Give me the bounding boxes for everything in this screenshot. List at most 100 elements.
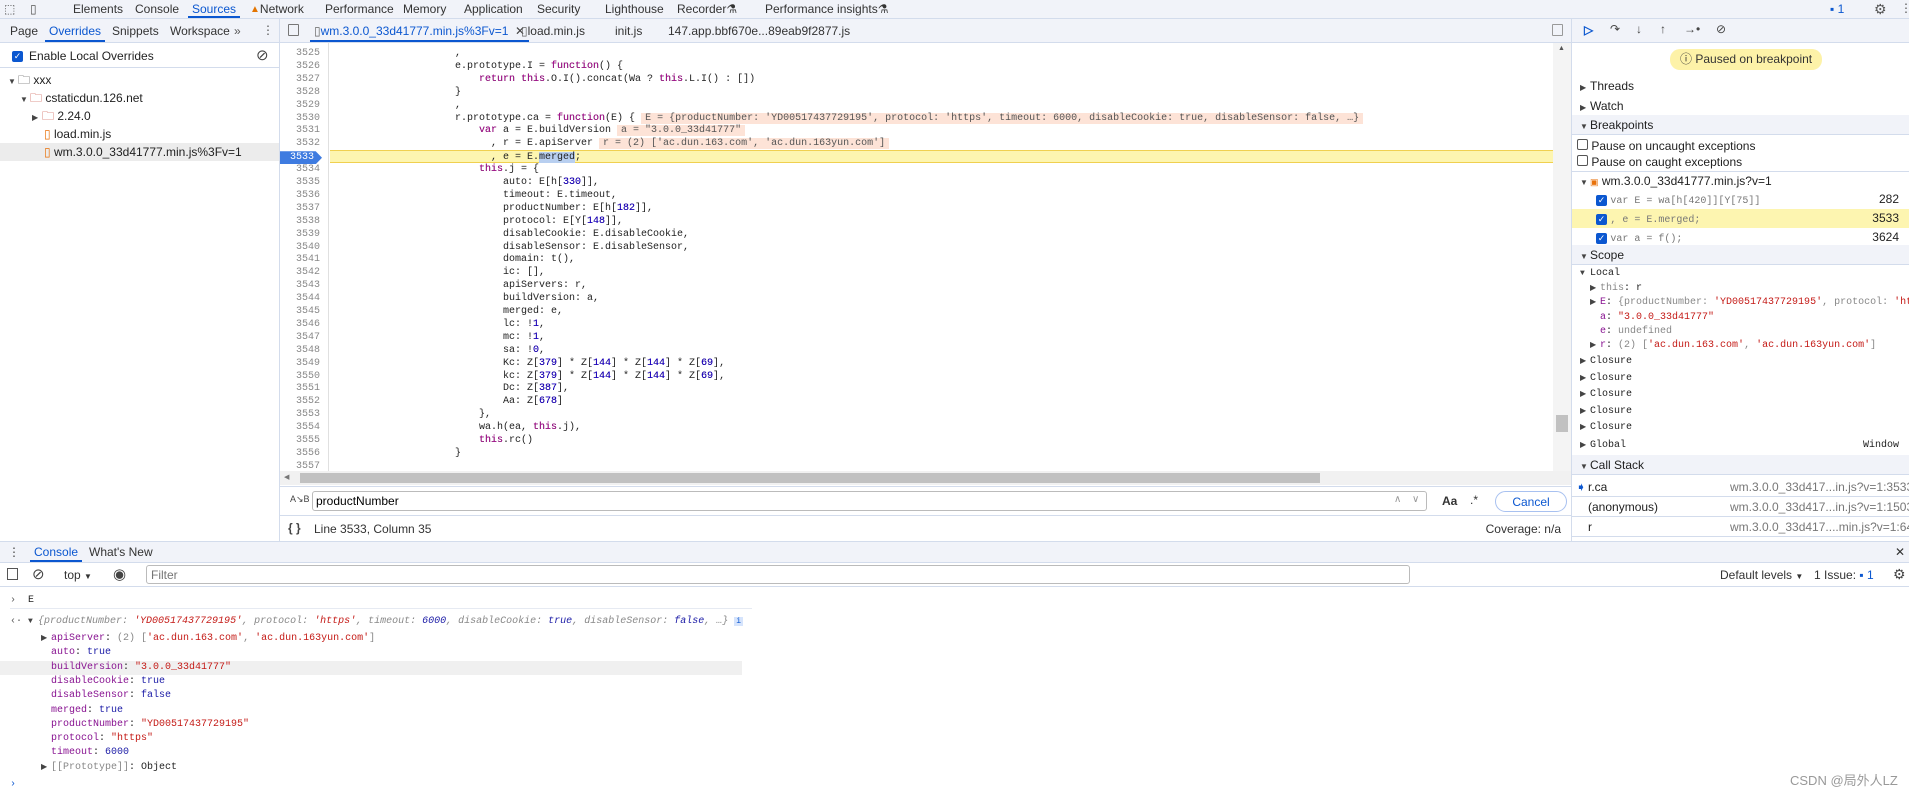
step-out-icon[interactable]: ↑: [1660, 22, 1666, 36]
log-levels-dropdown[interactable]: Default levels ▼: [1720, 568, 1803, 582]
console-settings-icon[interactable]: ⚙: [1893, 566, 1906, 583]
breakpoint-item[interactable]: ✓ , e = E.merged; 3533: [1572, 209, 1909, 228]
scope-closure[interactable]: ▶ Closure: [1572, 420, 1909, 436]
gear-icon[interactable]: ⚙: [1874, 1, 1887, 18]
code-line[interactable]: 3544 buildVersion: a, buildVersion: a,: [280, 292, 1553, 305]
line-number[interactable]: 3547: [280, 331, 328, 344]
search-input[interactable]: [312, 491, 1427, 511]
scope-closure[interactable]: ▶ Closure: [1572, 354, 1909, 370]
checkbox-checked-icon[interactable]: ✓: [1596, 195, 1607, 206]
code-line[interactable]: 3554 wa.h(ea, this.j), wa.h(ea, this.j),: [280, 421, 1553, 434]
code-line[interactable]: 3532 , r = E.apiServer r = (2) ['ac.dun.1…: [280, 137, 1553, 150]
code-line[interactable]: 3551 Dc: Z[387], Dc: Z[387],: [280, 382, 1553, 395]
line-number[interactable]: 3550: [280, 370, 328, 383]
line-number[interactable]: 3551: [280, 382, 328, 395]
threads-section[interactable]: ▶ Threads: [1572, 76, 1909, 96]
issues-button[interactable]: 1 Issue: ▪ 1: [1814, 568, 1874, 582]
expand-arrow-icon[interactable]: ▶: [1590, 282, 1600, 296]
expand-arrow-icon[interactable]: ▶: [1580, 404, 1590, 420]
line-number[interactable]: 3542: [280, 266, 328, 279]
line-number[interactable]: 3549: [280, 357, 328, 370]
console-output[interactable]: › E ‹· ▼ {productNumber: 'YD0051743772919…: [0, 588, 1909, 800]
scrollbar-thumb[interactable]: [1556, 415, 1568, 432]
code-line[interactable]: 3539 disableCookie: E.disableCookie, dis…: [280, 228, 1553, 241]
call-stack-section[interactable]: ▼ Call Stack: [1572, 455, 1909, 475]
drawer-tab-what-s-new[interactable]: What's New: [89, 542, 153, 562]
expand-arrow-icon[interactable]: ▶: [41, 761, 51, 775]
tab-page[interactable]: Page: [10, 19, 38, 42]
enable-overrides-checkbox[interactable]: ✓ Enable Local Overrides: [12, 49, 154, 63]
file-item[interactable]: ▯ load.min.js: [0, 125, 279, 143]
deactivate-breakpoints-icon[interactable]: ⊘: [1716, 22, 1726, 36]
object-property[interactable]: auto: true: [0, 646, 742, 660]
scope-section[interactable]: ▼ Scope: [1572, 245, 1909, 265]
file-tab[interactable]: init.js: [615, 19, 642, 42]
expand-arrow-icon[interactable]: ▶: [41, 632, 51, 646]
replace-toggle-icon[interactable]: A↘B: [290, 494, 310, 505]
object-property[interactable]: productNumber: "YD00517437729195": [0, 718, 742, 732]
code-line[interactable]: 3543 apiServers: r, apiServers: r,: [280, 279, 1553, 292]
line-number[interactable]: 3528: [280, 86, 328, 99]
scope-closure[interactable]: ▶ Closure: [1572, 404, 1909, 420]
tab-workspace[interactable]: Workspace: [170, 19, 230, 42]
scrollbar-thumb[interactable]: [300, 473, 1320, 483]
horizontal-scrollbar[interactable]: ◀: [280, 471, 1571, 485]
device-toolbar-icon[interactable]: ▯: [30, 2, 37, 16]
code-line[interactable]: 3553 }, },: [280, 408, 1553, 421]
resume-icon[interactable]: ▷: [1584, 23, 1593, 37]
console-prompt[interactable]: ›: [10, 777, 1909, 793]
close-drawer-icon[interactable]: ✕: [1895, 545, 1905, 559]
code-editor[interactable]: 3525 , ,3526 e.prototype.I = function() …: [280, 43, 1553, 471]
file-tab[interactable]: 147.app.bbf670e...89eab9f2877.js: [668, 19, 850, 42]
tab-overrides[interactable]: Overrides: [44, 19, 106, 42]
tab-memory[interactable]: Memory: [403, 0, 446, 18]
info-icon[interactable]: i: [734, 617, 744, 626]
object-property[interactable]: buildVersion: "3.0.0_33d41777": [0, 660, 742, 675]
expand-arrow-icon[interactable]: ▶: [1580, 387, 1590, 403]
code-line[interactable]: 3555 this.rc() this.rc(): [280, 434, 1553, 447]
expand-arrow-icon[interactable]: ▶: [1590, 339, 1600, 353]
line-number[interactable]: 3555: [280, 434, 328, 447]
toggle-debugger-icon[interactable]: [1552, 24, 1563, 36]
pause-uncaught-checkbox[interactable]: Pause on uncaught exceptions: [1572, 138, 1909, 154]
line-number[interactable]: 3529: [280, 99, 328, 112]
file-tab[interactable]: ▯ load.min.js: [521, 19, 585, 42]
line-number[interactable]: 3536: [280, 189, 328, 202]
context-selector[interactable]: top ▼: [64, 568, 92, 582]
watch-section[interactable]: ▶ Watch: [1572, 96, 1909, 116]
object-property[interactable]: disableSensor: false: [0, 689, 742, 703]
issues-badge[interactable]: ▪ 1: [1830, 2, 1844, 16]
line-number[interactable]: 3535: [280, 176, 328, 189]
code-line[interactable]: 3538 protocol: E[Y[148]], protocol: E[Y[…: [280, 215, 1553, 228]
code-line[interactable]: 3556 } }: [280, 447, 1553, 460]
code-line[interactable]: 3545 merged: e, merged: e,: [280, 305, 1553, 318]
code-line[interactable]: 3537 productNumber: E[h[182]], productNu…: [280, 202, 1553, 215]
line-number[interactable]: 3537: [280, 202, 328, 215]
object-property[interactable]: merged: true: [0, 704, 742, 718]
code-line[interactable]: 3533 , e = E.merged; , e = E.merged;: [280, 150, 1553, 165]
breakpoints-section[interactable]: ▼ Breakpoints: [1572, 115, 1909, 135]
scope-closure[interactable]: ▶ Closure: [1572, 387, 1909, 403]
regex-button[interactable]: .*: [1470, 493, 1478, 507]
line-number[interactable]: 3546: [280, 318, 328, 331]
tab-console[interactable]: Console: [135, 0, 179, 18]
drawer-tab-console[interactable]: Console: [29, 542, 83, 562]
line-number[interactable]: 3532: [280, 137, 328, 150]
line-number[interactable]: 3534: [280, 163, 328, 176]
expand-arrow-icon[interactable]: ▶: [1580, 354, 1590, 370]
live-expression-eye-icon[interactable]: ◉: [113, 565, 126, 583]
expand-arrow-icon[interactable]: ▶: [1580, 420, 1590, 436]
folder-item[interactable]: ▶ 🗀 2.24.0: [0, 107, 279, 125]
code-line[interactable]: 3542 ic: [], ic: [],: [280, 266, 1553, 279]
object-property[interactable]: timeout: 6000: [0, 746, 742, 760]
scope-variable[interactable]: ▶ r: (2) ['ac.dun.163.com', 'ac.dun.163yu…: [1572, 339, 1909, 353]
line-number[interactable]: 3553: [280, 408, 328, 421]
clear-overrides-icon[interactable]: ⊘: [256, 46, 269, 64]
drawer-menu-icon[interactable]: ⋮: [8, 545, 20, 559]
folder-item[interactable]: ▼ 🗀 xxx: [0, 71, 279, 89]
scope-variable[interactable]: ▶ E: {productNumber: 'YD00517437729195', …: [1572, 296, 1909, 310]
tab-security[interactable]: Security: [537, 0, 580, 18]
scope-variable[interactable]: ▶ this: r: [1572, 282, 1909, 296]
step-icon[interactable]: →•: [1684, 22, 1700, 36]
line-number[interactable]: 3540: [280, 241, 328, 254]
